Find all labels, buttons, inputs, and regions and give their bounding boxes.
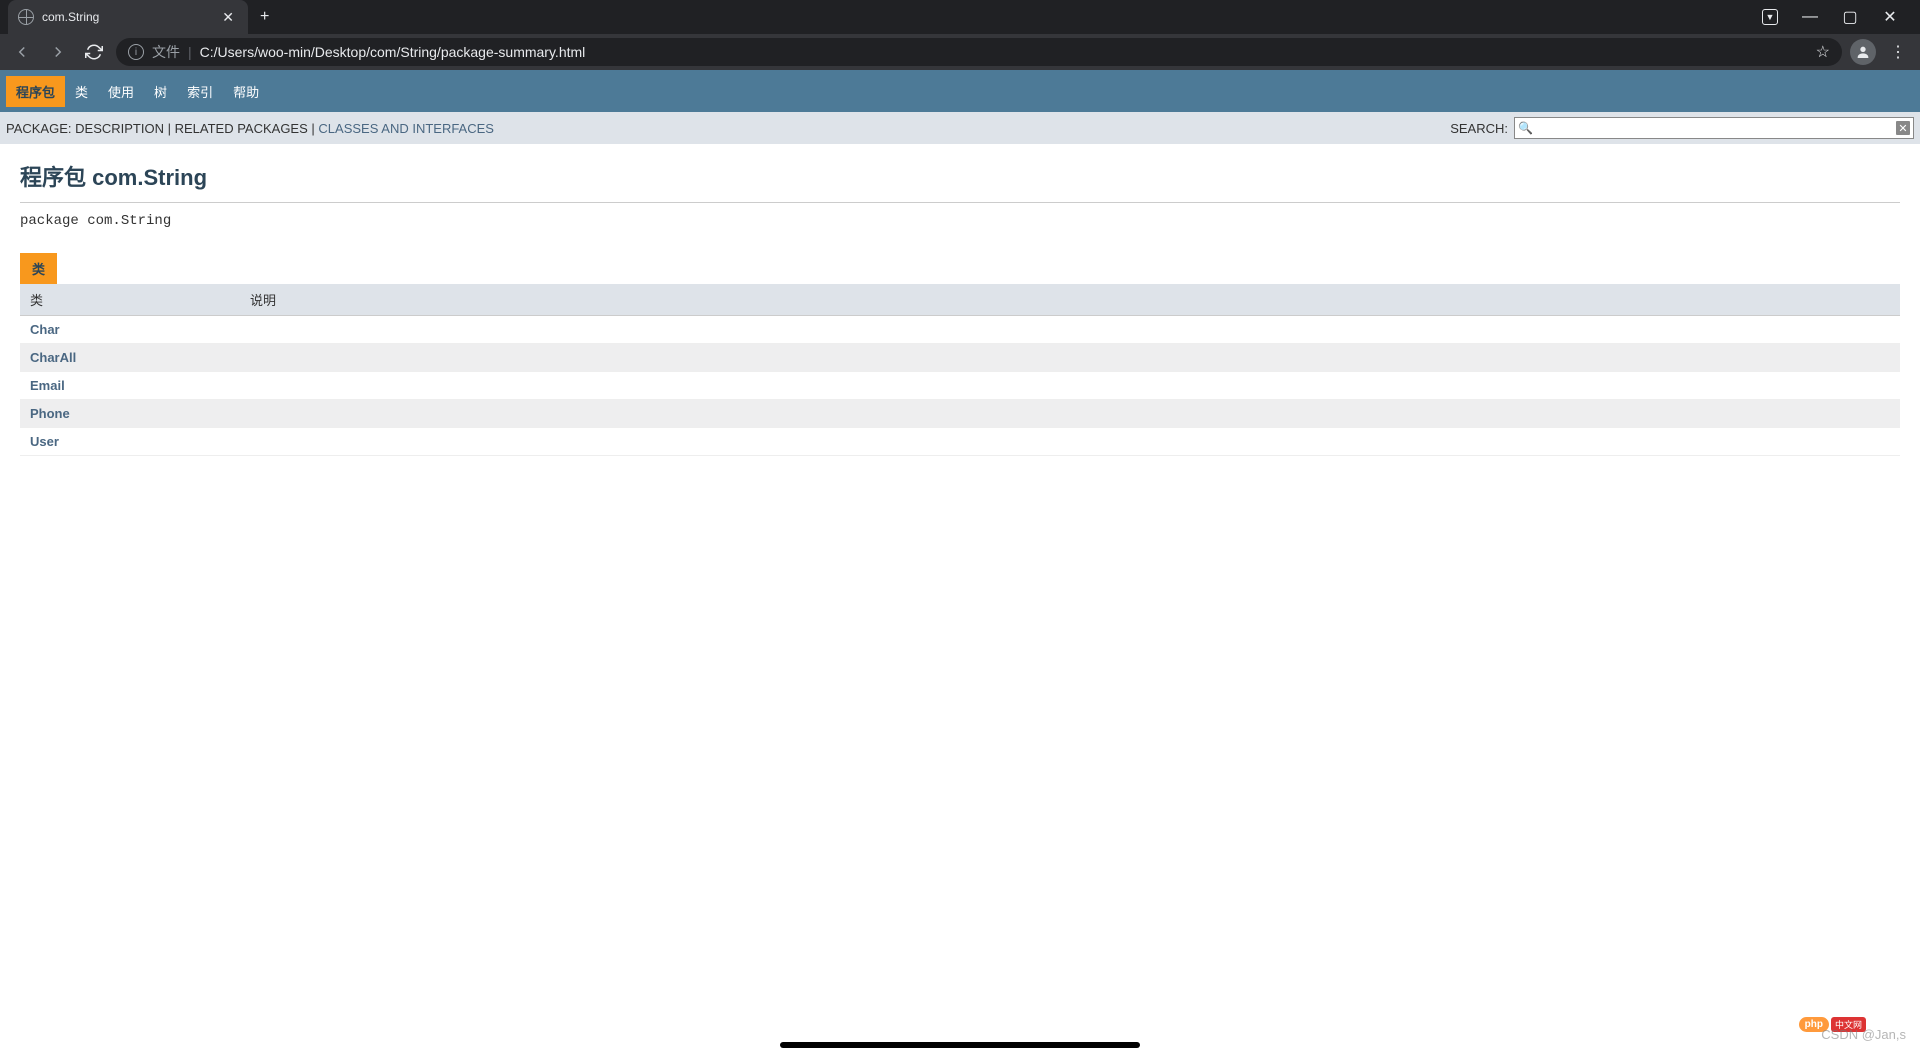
col-header-class: 类 xyxy=(20,284,240,316)
window-controls: ▼ — ▢ ✕ xyxy=(1740,0,1920,34)
top-nav: 程序包类使用树索引帮助 xyxy=(0,70,1920,112)
addr-separator: | xyxy=(188,44,192,60)
profile-button[interactable] xyxy=(1850,39,1876,65)
class-desc xyxy=(240,400,1900,428)
class-tabs: 类 xyxy=(20,253,1900,284)
class-link[interactable]: CharAll xyxy=(30,350,76,365)
browser-menu-button[interactable]: ⋮ xyxy=(1884,42,1912,62)
col-header-desc: 说明 xyxy=(240,284,1900,316)
search-label: SEARCH: xyxy=(1450,121,1508,136)
sub-nav: PACKAGE: DESCRIPTION | RELATED PACKAGES … xyxy=(0,112,1920,144)
search-input[interactable] xyxy=(1514,117,1914,139)
content: 程序包 com.String package com.String 类 类 说明… xyxy=(0,144,1920,472)
downloads-button[interactable]: ▼ xyxy=(1756,3,1784,31)
addr-url: C:/Users/woo-min/Desktop/com/String/pack… xyxy=(200,44,1808,60)
table-row: Phone xyxy=(20,400,1900,428)
search-icon: 🔍 xyxy=(1518,121,1533,135)
sub-nav-left: PACKAGE: DESCRIPTION | RELATED PACKAGES … xyxy=(6,121,494,136)
nav-item-2[interactable]: 使用 xyxy=(98,76,144,107)
tab-title: com.String xyxy=(42,10,210,24)
search-wrap: SEARCH: 🔍 ✕ xyxy=(1450,117,1914,139)
info-icon: i xyxy=(128,44,144,60)
maximize-button[interactable]: ▢ xyxy=(1836,3,1864,31)
minimize-button[interactable]: — xyxy=(1796,3,1824,31)
table-row: Email xyxy=(20,372,1900,400)
browser-toolbar: i 文件 | C:/Users/woo-min/Desktop/com/Stri… xyxy=(0,34,1920,70)
nav-item-0[interactable]: 程序包 xyxy=(6,76,65,107)
address-bar[interactable]: i 文件 | C:/Users/woo-min/Desktop/com/Stri… xyxy=(116,38,1842,66)
table-row: CharAll xyxy=(20,344,1900,372)
search-clear-button[interactable]: ✕ xyxy=(1896,121,1910,135)
new-tab-button[interactable]: + xyxy=(248,8,281,26)
close-tab-button[interactable]: ✕ xyxy=(218,7,238,28)
table-row: User xyxy=(20,428,1900,456)
globe-icon xyxy=(18,9,34,25)
addr-scheme-label: 文件 xyxy=(152,42,180,62)
class-desc xyxy=(240,372,1900,400)
description-link[interactable]: DESCRIPTION xyxy=(75,121,164,136)
tab-classes[interactable]: 类 xyxy=(20,253,57,284)
reload-button[interactable] xyxy=(80,38,108,66)
nav-item-4[interactable]: 索引 xyxy=(177,76,223,107)
classes-interfaces-link[interactable]: CLASSES AND INTERFACES xyxy=(318,121,494,136)
forward-button[interactable] xyxy=(44,38,72,66)
class-link[interactable]: Char xyxy=(30,322,60,337)
taskbar-handle xyxy=(780,1042,1140,1048)
package-title: 程序包 com.String xyxy=(20,160,1900,203)
nav-item-5[interactable]: 帮助 xyxy=(223,76,269,107)
nav-item-1[interactable]: 类 xyxy=(65,76,98,107)
class-link[interactable]: Phone xyxy=(30,406,70,421)
class-desc xyxy=(240,428,1900,456)
browser-tab-bar: com.String ✕ + ▼ — ▢ ✕ xyxy=(0,0,1920,34)
close-window-button[interactable]: ✕ xyxy=(1876,3,1904,31)
javadoc-page: 程序包类使用树索引帮助 PACKAGE: DESCRIPTION | RELAT… xyxy=(0,70,1920,472)
class-link[interactable]: Email xyxy=(30,378,65,393)
bookmark-button[interactable]: ☆ xyxy=(1816,42,1830,62)
watermark: CSDN @Jan,s xyxy=(1821,1027,1906,1042)
class-link[interactable]: User xyxy=(30,434,59,449)
sep: | xyxy=(168,121,175,136)
class-desc xyxy=(240,316,1900,344)
table-row: Char xyxy=(20,316,1900,344)
class-table: 类 说明 Char CharAll Email Phone User xyxy=(20,284,1900,456)
class-desc xyxy=(240,344,1900,372)
package-label: PACKAGE: xyxy=(6,121,72,136)
related-packages-link[interactable]: RELATED PACKAGES xyxy=(175,121,308,136)
browser-tab[interactable]: com.String ✕ xyxy=(8,0,248,34)
search-box: 🔍 ✕ xyxy=(1514,117,1914,139)
nav-item-3[interactable]: 树 xyxy=(144,76,177,107)
package-declaration: package com.String xyxy=(20,213,1900,229)
back-button[interactable] xyxy=(8,38,36,66)
